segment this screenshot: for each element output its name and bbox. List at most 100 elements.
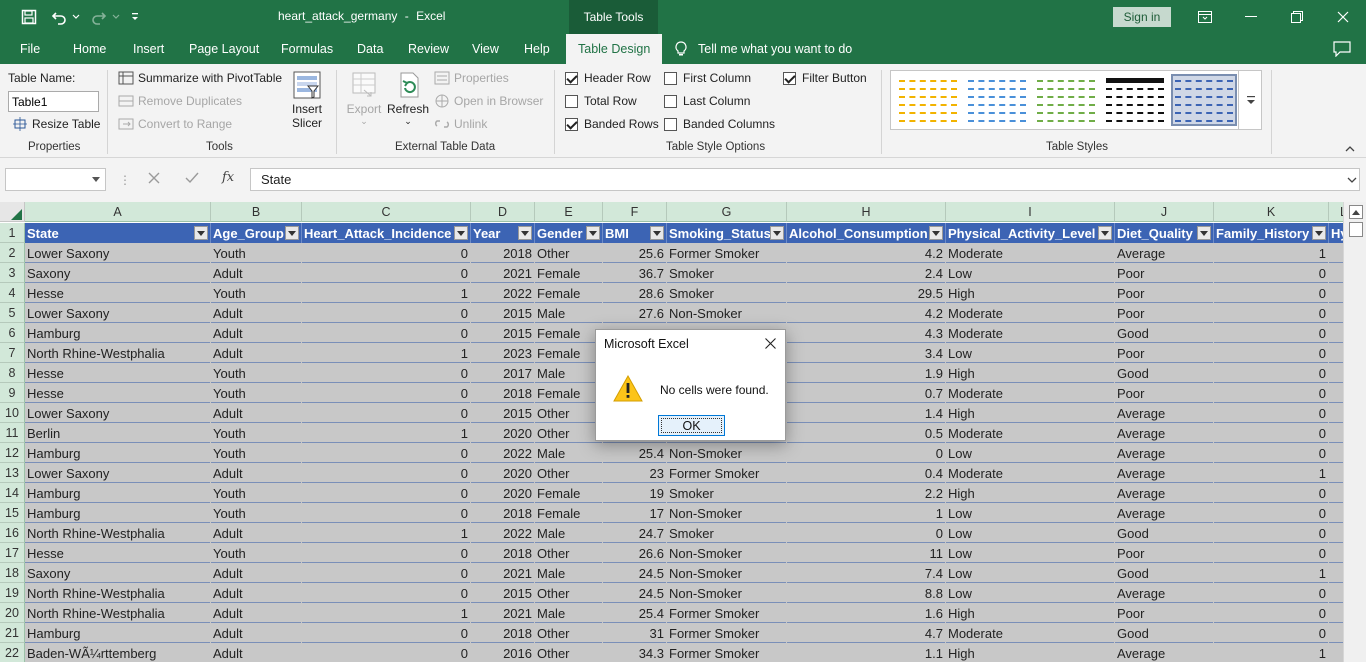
- table-cell[interactable]: 8.8: [787, 583, 946, 603]
- table-cell[interactable]: 4.7: [787, 623, 946, 643]
- banded-rows-check[interactable]: [565, 117, 578, 131]
- row-header[interactable]: 19: [0, 583, 25, 603]
- table-style-swatch[interactable]: [966, 76, 1028, 124]
- filter-dropdown-icon[interactable]: [1197, 226, 1211, 240]
- table-cell[interactable]: Female: [535, 383, 603, 403]
- filter-dropdown-icon[interactable]: [929, 226, 943, 240]
- table-cell[interactable]: High: [946, 283, 1115, 303]
- row-header[interactable]: 12: [0, 443, 25, 463]
- undo-icon[interactable]: [48, 0, 70, 34]
- table-cell[interactable]: High: [946, 363, 1115, 383]
- filter-dropdown-icon[interactable]: [650, 226, 664, 240]
- table-cell[interactable]: Moderate: [946, 463, 1115, 483]
- table-cell[interactable]: 2020: [471, 423, 535, 443]
- table-cell[interactable]: 0: [302, 383, 471, 403]
- table-cell[interactable]: Hamburg: [25, 323, 211, 343]
- table-name-input[interactable]: [8, 91, 99, 112]
- table-cell[interactable]: Low: [946, 563, 1115, 583]
- row-header[interactable]: 10: [0, 403, 25, 423]
- insert-function-icon[interactable]: fx: [222, 170, 234, 185]
- table-cell[interactable]: 2020: [471, 463, 535, 483]
- table-cell[interactable]: Former Smoker: [667, 623, 787, 643]
- table-cell[interactable]: 0: [1214, 403, 1329, 423]
- table-cell[interactable]: 2.2: [787, 483, 946, 503]
- summarize-pivottable-button[interactable]: Summarize with PivotTable: [118, 71, 282, 85]
- comments-icon[interactable]: [1333, 41, 1351, 60]
- table-cell[interactable]: 1: [302, 283, 471, 303]
- table-cell[interactable]: North Rhine-Westphalia: [25, 603, 211, 623]
- table-cell[interactable]: 2015: [471, 583, 535, 603]
- table-cell[interactable]: Male: [535, 603, 603, 623]
- table-cell[interactable]: 0: [1214, 263, 1329, 283]
- table-cell[interactable]: 0.4: [787, 463, 946, 483]
- table-cell[interactable]: Good: [1115, 523, 1214, 543]
- header-row-check[interactable]: [565, 71, 578, 85]
- table-cell[interactable]: 2018: [471, 243, 535, 263]
- row-header[interactable]: 8: [0, 363, 25, 383]
- table-cell[interactable]: Youth: [211, 243, 302, 263]
- table-header-cell[interactable]: BMI: [603, 223, 667, 243]
- resize-table-button[interactable]: Resize Table: [12, 117, 100, 131]
- table-cell[interactable]: Average: [1115, 583, 1214, 603]
- table-cell[interactable]: Male: [535, 363, 603, 383]
- properties-button[interactable]: Properties: [434, 71, 509, 85]
- table-header-cell[interactable]: Year: [471, 223, 535, 243]
- banded-columns-check[interactable]: [664, 117, 677, 131]
- table-cell[interactable]: 2018: [471, 503, 535, 523]
- table-cell[interactable]: 0: [302, 643, 471, 662]
- filter-dropdown-icon[interactable]: [194, 226, 208, 240]
- table-cell[interactable]: High: [946, 643, 1115, 662]
- table-cell[interactable]: Average: [1115, 643, 1214, 662]
- banded-columns-checkbox[interactable]: Banded Columns: [664, 117, 775, 131]
- table-cell[interactable]: Youth: [211, 283, 302, 303]
- table-cell[interactable]: 1.9: [787, 363, 946, 383]
- table-cell[interactable]: Non-Smoker: [667, 583, 787, 603]
- table-cell[interactable]: 0: [1214, 543, 1329, 563]
- table-cell[interactable]: 1: [1214, 563, 1329, 583]
- table-cell[interactable]: 0: [302, 263, 471, 283]
- insert-slicer-button[interactable]: Insert Slicer: [290, 70, 324, 130]
- table-cell[interactable]: 29.5: [787, 283, 946, 303]
- table-cell[interactable]: 0: [1214, 583, 1329, 603]
- table-cell[interactable]: Adult: [211, 583, 302, 603]
- table-cell[interactable]: 0: [302, 543, 471, 563]
- table-cell[interactable]: Male: [535, 563, 603, 583]
- table-cell[interactable]: 0: [302, 503, 471, 523]
- table-cell[interactable]: Low: [946, 263, 1115, 283]
- table-cell[interactable]: 24.7: [603, 523, 667, 543]
- table-style-swatch[interactable]: [1171, 74, 1237, 126]
- customize-qat-icon[interactable]: [128, 0, 142, 34]
- table-cell[interactable]: 0.5: [787, 423, 946, 443]
- table-cell[interactable]: Smoker: [667, 263, 787, 283]
- table-cell[interactable]: 2016: [471, 643, 535, 662]
- table-cell[interactable]: 2018: [471, 543, 535, 563]
- table-cell[interactable]: 2015: [471, 403, 535, 423]
- row-header[interactable]: 13: [0, 463, 25, 483]
- column-header-f[interactable]: F: [603, 202, 667, 222]
- table-cell[interactable]: 0: [1214, 343, 1329, 363]
- table-cell[interactable]: Other: [535, 543, 603, 563]
- table-cell[interactable]: Good: [1115, 323, 1214, 343]
- table-cell[interactable]: 23: [603, 463, 667, 483]
- table-cell[interactable]: 1.4: [787, 403, 946, 423]
- table-cell[interactable]: 2015: [471, 323, 535, 343]
- table-cell[interactable]: Poor: [1115, 543, 1214, 563]
- table-cell[interactable]: 0: [1214, 523, 1329, 543]
- table-cell[interactable]: Poor: [1115, 263, 1214, 283]
- column-header-a[interactable]: A: [25, 202, 211, 222]
- table-cell[interactable]: 0: [302, 463, 471, 483]
- row-header[interactable]: 2: [0, 243, 25, 263]
- table-cell[interactable]: 24.5: [603, 563, 667, 583]
- cancel-entry-icon[interactable]: [148, 172, 160, 187]
- table-cell[interactable]: 0: [302, 443, 471, 463]
- table-cell[interactable]: 1: [787, 503, 946, 523]
- table-cell[interactable]: 0: [1214, 423, 1329, 443]
- name-box[interactable]: [5, 168, 106, 191]
- table-cell[interactable]: 26.6: [603, 543, 667, 563]
- table-cell[interactable]: 25.4: [603, 443, 667, 463]
- table-cell[interactable]: 0: [787, 523, 946, 543]
- column-header-k[interactable]: K: [1214, 202, 1329, 222]
- table-cell[interactable]: North Rhine-Westphalia: [25, 523, 211, 543]
- filter-dropdown-icon[interactable]: [285, 226, 299, 240]
- table-cell[interactable]: 4.2: [787, 243, 946, 263]
